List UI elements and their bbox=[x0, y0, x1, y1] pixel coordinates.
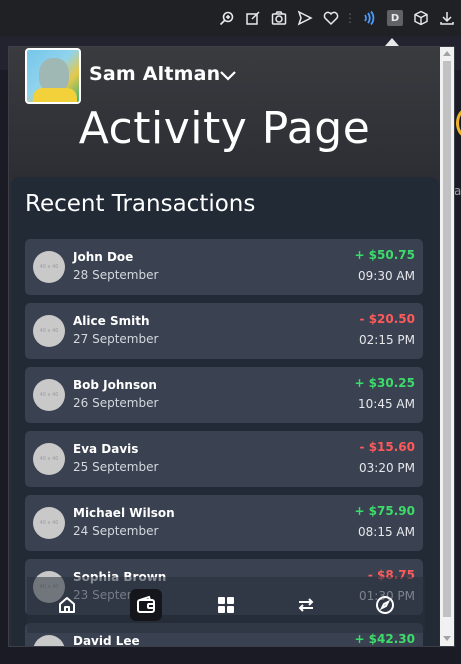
scroll-up-arrow[interactable] bbox=[443, 51, 451, 56]
nav-home[interactable] bbox=[51, 589, 83, 621]
background-logo bbox=[456, 108, 461, 138]
wifi-icon[interactable] bbox=[361, 10, 377, 26]
transaction-time: 02:15 PM bbox=[359, 333, 415, 347]
transaction-row[interactable]: 40 x 40 Michael Wilson 24 September + $75.9… bbox=[25, 495, 423, 551]
page-title: Activity Page bbox=[78, 103, 371, 154]
transaction-name: Michael Wilson bbox=[73, 506, 175, 520]
transaction-row[interactable]: 40 x 40 John Doe 28 September + $50.75 09:30… bbox=[25, 239, 423, 295]
popup-pointer bbox=[385, 38, 399, 46]
transaction-name: David Lee bbox=[73, 634, 140, 647]
camera-icon[interactable] bbox=[271, 10, 287, 26]
chevron-down-icon[interactable] bbox=[219, 67, 237, 83]
transfer-icon bbox=[298, 598, 313, 612]
user-name[interactable]: Sam Altman bbox=[89, 63, 220, 85]
grid-icon bbox=[217, 597, 234, 613]
compass-icon bbox=[376, 596, 395, 614]
background-text: a bbox=[454, 184, 461, 198]
transaction-avatar: 40 x 40 bbox=[33, 443, 65, 475]
user-avatar[interactable] bbox=[25, 48, 81, 104]
transaction-date: 24 September bbox=[73, 524, 159, 538]
transaction-avatar: 40 x 40 bbox=[33, 379, 65, 411]
cube-icon[interactable] bbox=[413, 10, 429, 26]
transaction-date: 28 September bbox=[73, 268, 159, 282]
transaction-amount: + $30.25 bbox=[354, 376, 415, 390]
transaction-date: 25 September bbox=[73, 460, 159, 474]
browser-toolbar: ⋮ D bbox=[0, 0, 461, 36]
section-title: Recent Transactions bbox=[25, 191, 256, 217]
transaction-amount: + $42.30 bbox=[354, 632, 415, 646]
avatar-shirt bbox=[33, 88, 77, 102]
toolbar-separator: ⋮ bbox=[344, 11, 356, 25]
header: Sam Altman Activity Page bbox=[9, 47, 440, 187]
transaction-avatar: 40 x 40 bbox=[33, 507, 65, 539]
transaction-row[interactable]: 40 x 40 Bob Johnson 26 September + $30.25 10… bbox=[25, 367, 423, 423]
transaction-avatar: 40 x 40 bbox=[33, 635, 65, 646]
transaction-amount: - $20.50 bbox=[359, 312, 415, 326]
extension-popup: Sam Altman Activity Page Recent Transact… bbox=[8, 46, 455, 647]
transaction-date: 27 September bbox=[73, 332, 159, 346]
transaction-avatar: 40 x 40 bbox=[33, 315, 65, 347]
transaction-row[interactable]: 40 x 40 Alice Smith 27 September - $20.50 02… bbox=[25, 303, 423, 359]
heart-icon[interactable] bbox=[323, 10, 339, 26]
transaction-name: Bob Johnson bbox=[73, 378, 157, 392]
transaction-time: 10:45 AM bbox=[358, 397, 415, 411]
edit-icon[interactable] bbox=[245, 10, 261, 26]
nav-explore[interactable] bbox=[369, 589, 401, 621]
transaction-name: Eva Davis bbox=[73, 442, 139, 456]
send-icon[interactable] bbox=[297, 10, 313, 26]
transaction-amount: + $50.75 bbox=[354, 248, 415, 262]
transaction-avatar: 40 x 40 bbox=[33, 251, 65, 283]
wallet-icon bbox=[137, 595, 156, 613]
scrollbar[interactable] bbox=[440, 47, 454, 646]
transaction-amount: - $15.60 bbox=[359, 440, 415, 454]
nav-dashboard[interactable] bbox=[210, 589, 242, 621]
nav-transfer[interactable] bbox=[290, 589, 322, 621]
transaction-time: 09:30 AM bbox=[358, 269, 415, 283]
transaction-time: 03:20 PM bbox=[359, 461, 415, 475]
transaction-row[interactable]: 40 x 40 Eva Davis 25 September - $15.60 03:2… bbox=[25, 431, 423, 487]
transaction-name: John Doe bbox=[73, 250, 134, 264]
nav-wallet[interactable] bbox=[130, 589, 163, 621]
zoom-icon[interactable] bbox=[219, 10, 235, 26]
transaction-amount: + $75.90 bbox=[354, 504, 415, 518]
transaction-time: 08:15 AM bbox=[358, 525, 415, 539]
transaction-date: 26 September bbox=[73, 396, 159, 410]
download-icon[interactable] bbox=[439, 10, 455, 26]
home-icon bbox=[58, 597, 75, 613]
extension-d-icon[interactable]: D bbox=[387, 10, 403, 26]
toolbar-icons: ⋮ D bbox=[219, 6, 461, 30]
scroll-down-arrow[interactable] bbox=[443, 636, 451, 641]
bottom-nav bbox=[27, 577, 425, 633]
transaction-name: Alice Smith bbox=[73, 314, 150, 328]
scroll-thumb[interactable] bbox=[443, 61, 451, 617]
avatar-head bbox=[39, 58, 69, 92]
